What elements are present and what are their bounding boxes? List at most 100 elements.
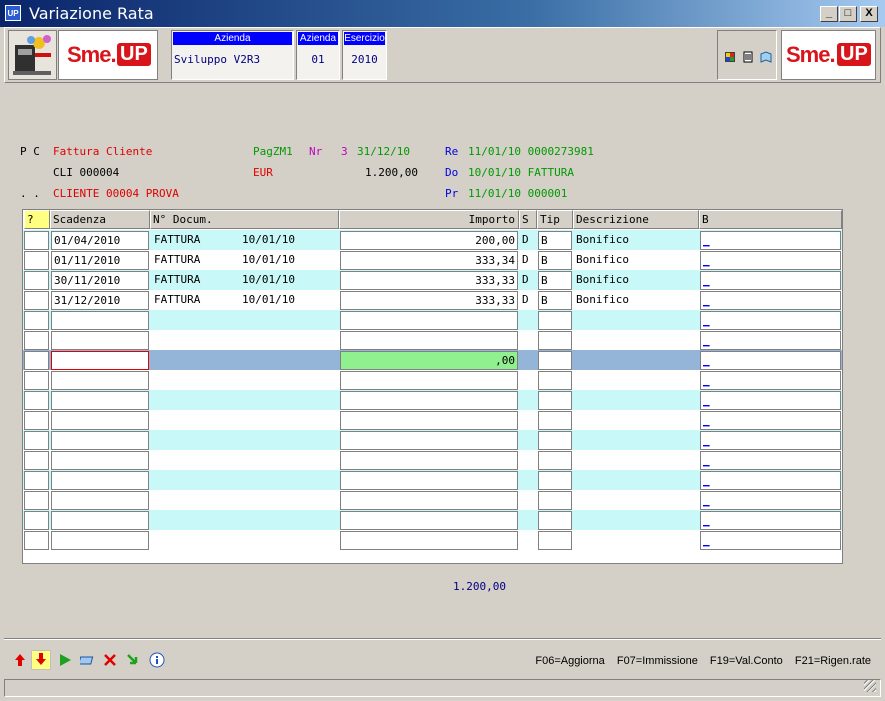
- cell-b[interactable]: _: [700, 331, 841, 350]
- table-row[interactable]: _: [23, 370, 842, 390]
- cell-importo[interactable]: [340, 391, 518, 410]
- cell-importo[interactable]: [340, 451, 518, 470]
- table-row[interactable]: _: [23, 390, 842, 410]
- cell-b[interactable]: _: [700, 371, 841, 390]
- fkey-f06[interactable]: F06=Aggiorna: [535, 655, 604, 667]
- fkey-f07[interactable]: F07=Immissione: [617, 655, 698, 667]
- row-select-box[interactable]: [24, 351, 49, 370]
- cell-tip[interactable]: [538, 331, 572, 350]
- cell-importo[interactable]: [340, 471, 518, 490]
- row-select-box[interactable]: [24, 411, 49, 430]
- machine-icon[interactable]: [8, 30, 57, 80]
- table-row[interactable]: 01/04/2010 FATTURA 10/01/10 200,00 D B Bonific…: [23, 230, 842, 250]
- header-importo[interactable]: Importo: [339, 210, 519, 229]
- cell-b[interactable]: _: [700, 451, 841, 470]
- cell-b[interactable]: _: [700, 471, 841, 490]
- cell-scadenza[interactable]: [51, 371, 149, 390]
- maximize-button[interactable]: □: [839, 6, 857, 22]
- document-icon[interactable]: [742, 51, 754, 63]
- cell-importo[interactable]: [340, 371, 518, 390]
- resize-grip[interactable]: [864, 680, 876, 692]
- row-select-box[interactable]: [24, 231, 49, 250]
- table-row[interactable]: _: [23, 510, 842, 530]
- table-row[interactable]: _: [23, 450, 842, 470]
- row-select-box[interactable]: [24, 311, 49, 330]
- table-row[interactable]: _: [23, 430, 842, 450]
- arrow-up-icon[interactable]: [12, 652, 28, 668]
- book-icon[interactable]: [760, 51, 772, 63]
- row-select-box[interactable]: [24, 471, 49, 490]
- close-button[interactable]: X: [860, 6, 878, 22]
- row-select-box[interactable]: [24, 251, 49, 270]
- cell-tip[interactable]: [538, 431, 572, 450]
- table-row[interactable]: _: [23, 410, 842, 430]
- cell-scadenza[interactable]: 01/04/2010: [51, 231, 149, 250]
- cell-scadenza[interactable]: [51, 471, 149, 490]
- cell-importo[interactable]: [340, 331, 518, 350]
- row-select-box[interactable]: [24, 431, 49, 450]
- cell-tip[interactable]: B: [538, 251, 572, 270]
- table-row[interactable]: ,00 _: [23, 350, 842, 370]
- palette-icon[interactable]: [724, 51, 736, 63]
- cell-b[interactable]: _: [700, 351, 841, 370]
- cell-importo[interactable]: [340, 311, 518, 330]
- cell-importo[interactable]: [340, 511, 518, 530]
- header-tip[interactable]: Tip: [537, 210, 573, 229]
- cell-b[interactable]: _: [700, 391, 841, 410]
- cell-b[interactable]: _: [700, 491, 841, 510]
- row-select-box[interactable]: [24, 451, 49, 470]
- cell-tip[interactable]: [538, 451, 572, 470]
- cell-importo[interactable]: ,00: [340, 351, 518, 370]
- row-select-box[interactable]: [24, 371, 49, 390]
- cell-importo[interactable]: [340, 431, 518, 450]
- delete-icon[interactable]: [102, 652, 118, 668]
- cell-b[interactable]: _: [700, 411, 841, 430]
- cell-scadenza[interactable]: [51, 431, 149, 450]
- cell-tip[interactable]: B: [538, 271, 572, 290]
- cell-scadenza[interactable]: 30/11/2010: [51, 271, 149, 290]
- info-icon[interactable]: [149, 652, 165, 668]
- arrow-down-button[interactable]: [31, 650, 51, 670]
- row-select-box[interactable]: [24, 531, 49, 550]
- cell-b[interactable]: _: [700, 291, 841, 310]
- cell-b[interactable]: _: [700, 271, 841, 290]
- cell-importo[interactable]: [340, 531, 518, 550]
- cell-tip[interactable]: [538, 531, 572, 550]
- cell-tip[interactable]: [538, 471, 572, 490]
- cell-scadenza[interactable]: [51, 391, 149, 410]
- cell-tip[interactable]: [538, 411, 572, 430]
- row-select-box[interactable]: [24, 331, 49, 350]
- cell-scadenza[interactable]: [51, 491, 149, 510]
- cell-tip[interactable]: B: [538, 291, 572, 310]
- cell-b[interactable]: _: [700, 511, 841, 530]
- cell-importo[interactable]: 333,33: [340, 271, 518, 290]
- cell-b[interactable]: _: [700, 311, 841, 330]
- table-row[interactable]: 31/12/2010 FATTURA 10/01/10 333,33 D B Bonific…: [23, 290, 842, 310]
- table-row[interactable]: 30/11/2010 FATTURA 10/01/10 333,33 D B Bonific…: [23, 270, 842, 290]
- cell-scadenza[interactable]: [51, 451, 149, 470]
- header-s[interactable]: S: [519, 210, 537, 229]
- cell-tip[interactable]: [538, 511, 572, 530]
- table-row[interactable]: _: [23, 470, 842, 490]
- cell-scadenza[interactable]: [51, 531, 149, 550]
- cell-importo[interactable]: [340, 411, 518, 430]
- cell-tip[interactable]: [538, 391, 572, 410]
- cell-b[interactable]: _: [700, 231, 841, 250]
- cell-importo[interactable]: 200,00: [340, 231, 518, 250]
- cell-tip[interactable]: [538, 371, 572, 390]
- cell-importo[interactable]: [340, 491, 518, 510]
- eraser-icon[interactable]: [80, 652, 96, 668]
- cell-importo[interactable]: 333,34: [340, 251, 518, 270]
- row-select-box[interactable]: [24, 511, 49, 530]
- cell-tip[interactable]: [538, 311, 572, 330]
- cell-tip[interactable]: B: [538, 231, 572, 250]
- fkey-f19[interactable]: F19=Val.Conto: [710, 655, 783, 667]
- table-row[interactable]: _: [23, 490, 842, 510]
- cell-scadenza[interactable]: [51, 351, 149, 370]
- header-ndoc[interactable]: N° Docum.: [150, 210, 339, 229]
- cell-scadenza[interactable]: 31/12/2010: [51, 291, 149, 310]
- header-descrizione[interactable]: Descrizione: [573, 210, 699, 229]
- header-b[interactable]: B: [699, 210, 842, 229]
- row-select-box[interactable]: [24, 491, 49, 510]
- cell-scadenza[interactable]: [51, 331, 149, 350]
